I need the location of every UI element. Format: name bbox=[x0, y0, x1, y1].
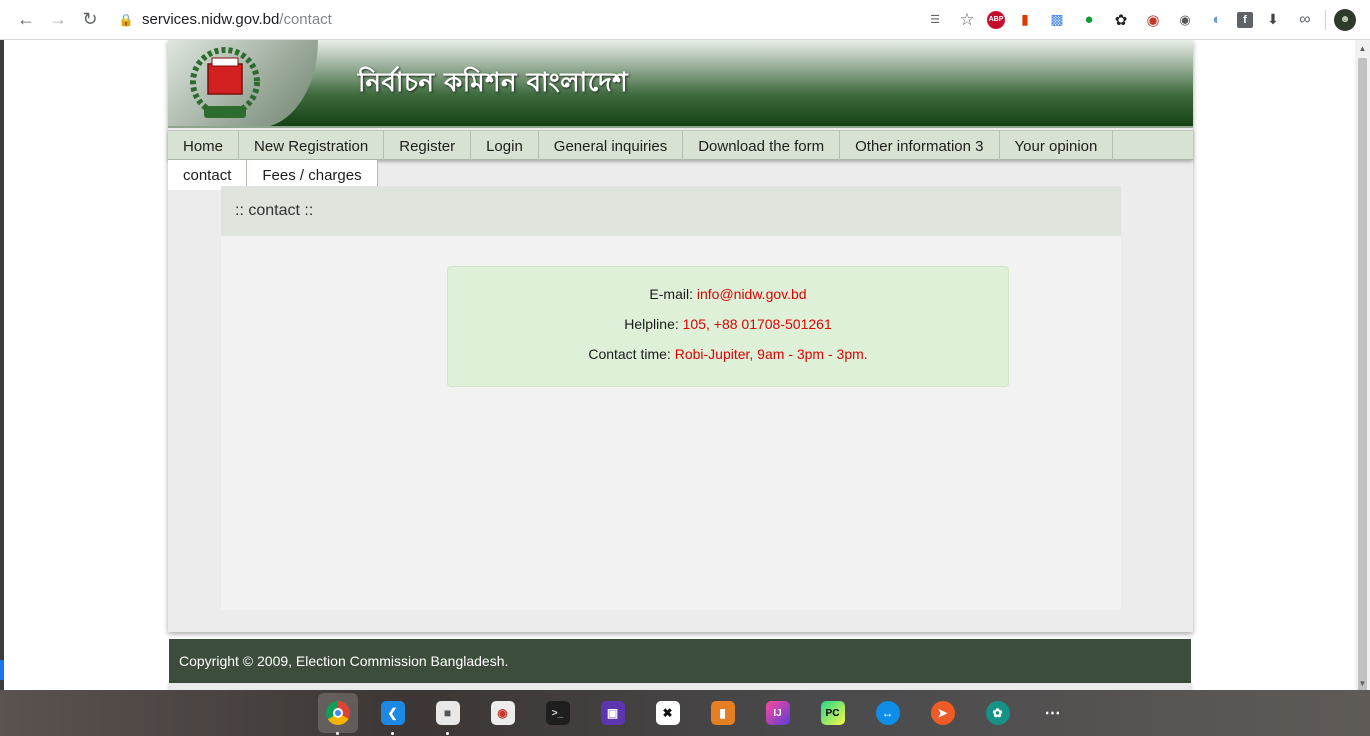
sublime-merge-app[interactable]: ▮ bbox=[703, 693, 743, 733]
email-label: E-mail: bbox=[649, 286, 693, 302]
gitkraken-app[interactable]: ✿ bbox=[978, 693, 1018, 733]
profile-avatar-icon[interactable]: ☻ bbox=[1334, 8, 1356, 31]
menu-item-general-inquiries[interactable]: General inquiries bbox=[539, 131, 684, 161]
screenshot-icon: ◉ bbox=[490, 701, 515, 725]
contact-info-box: E-mail: info@nidw.gov.bd Helpline: 105, … bbox=[447, 266, 1009, 387]
chrome-app[interactable] bbox=[317, 693, 358, 735]
app-dock: ❮ ■ ◉ >_ ▣ ✖ ▮ IJ PC ↔ ➤ ✿ ⋯ bbox=[317, 693, 1073, 735]
helpline-row: Helpline: 105, +88 01708-501261 bbox=[448, 309, 1008, 339]
menu-item-your-opinion[interactable]: Your opinion bbox=[1000, 131, 1114, 161]
office-icon[interactable]: ▮ bbox=[1013, 8, 1037, 32]
forward-icon[interactable]: → bbox=[42, 4, 74, 36]
url-host: services.nidw.gov.bd bbox=[142, 11, 280, 28]
site-banner: নির্বাচন কমিশন বাংলাদেশ bbox=[168, 40, 1193, 128]
address-bar[interactable]: 🔒 services.nidw.gov.bd/contact bbox=[118, 5, 858, 35]
xpad-app[interactable]: ✖ bbox=[648, 693, 688, 733]
facebook-icon[interactable]: f bbox=[1237, 11, 1253, 28]
gitkraken-icon: ✿ bbox=[985, 701, 1010, 725]
download-icon[interactable]: ⬇ bbox=[1261, 8, 1285, 32]
contact-time-value: Robi-Jupiter, 9am - 3pm - 3pm. bbox=[674, 346, 868, 362]
infinity-icon[interactable]: ∞ bbox=[1293, 8, 1317, 32]
screenshot-app[interactable]: ◉ bbox=[483, 693, 523, 733]
desktop-taskbar: ❮ ■ ◉ >_ ▣ ✖ ▮ IJ PC ↔ ➤ ✿ ⋯ bbox=[0, 690, 1370, 736]
main-menu: Home New Registration Register Login Gen… bbox=[168, 130, 1193, 161]
folder-icon: ■ bbox=[435, 701, 460, 725]
color-icon[interactable]: ◉ bbox=[1141, 8, 1165, 32]
site-container: নির্বাচন কমিশন বাংলাদেশ Home New Registr… bbox=[168, 40, 1193, 632]
files-app[interactable]: ■ bbox=[428, 693, 468, 735]
adblock-icon[interactable]: ABP bbox=[987, 10, 1005, 29]
running-indicator bbox=[391, 732, 394, 735]
vscode-app[interactable]: ❮ bbox=[373, 693, 413, 735]
running-indicator bbox=[336, 732, 339, 735]
banner-stripe bbox=[168, 126, 1193, 128]
menu-item-new-registration[interactable]: New Registration bbox=[239, 131, 385, 161]
reload-icon[interactable]: ↻ bbox=[74, 4, 106, 36]
star-icon[interactable]: ☆ bbox=[955, 8, 979, 32]
contact-time-label: Contact time: bbox=[588, 346, 671, 362]
scrollbar-thumb[interactable] bbox=[1358, 58, 1367, 702]
postman-app[interactable]: ➤ bbox=[923, 693, 963, 733]
tampermonkey-icon[interactable]: ◉ bbox=[1173, 8, 1197, 32]
terminal-icon: >_ bbox=[545, 701, 570, 725]
xpad-icon: ✖ bbox=[655, 701, 680, 725]
whatsapp-icon[interactable]: ● bbox=[1077, 8, 1101, 32]
pycharm-app[interactable]: PC bbox=[813, 693, 853, 733]
menu-item-other-information[interactable]: Other information 3 bbox=[840, 131, 1000, 161]
page-viewport: নির্বাচন কমিশন বাংলাদেশ Home New Registr… bbox=[4, 40, 1355, 690]
pycharm-icon: PC bbox=[820, 701, 845, 725]
helpline-label: Helpline: bbox=[624, 316, 679, 332]
google-translate-icon[interactable]: ▩ bbox=[1045, 8, 1069, 32]
election-commission-emblem-icon bbox=[190, 47, 260, 118]
teamviewer-icon: ↔ bbox=[875, 701, 900, 725]
url-path: /contact bbox=[279, 11, 332, 28]
email-link[interactable]: info@nidw.gov.bd bbox=[697, 286, 807, 302]
scroll-down-icon[interactable]: ▼ bbox=[1358, 679, 1367, 688]
toolbar-separator bbox=[1325, 9, 1326, 30]
app-grid-button[interactable]: ⋯ bbox=[1033, 693, 1073, 733]
chrome-icon bbox=[325, 701, 350, 725]
contact-time-row: Contact time: Robi-Jupiter, 9am - 3pm - … bbox=[448, 339, 1008, 369]
site-footer: Copyright © 2009, Election Commission Ba… bbox=[169, 639, 1191, 683]
content-panel: :: contact :: E-mail: info@nidw.gov.bd H… bbox=[221, 186, 1121, 610]
browser-toolbar: ← → ↻ 🔒 services.nidw.gov.bd/contact ☰ ☆… bbox=[0, 0, 1370, 40]
translate-icon[interactable]: ☰ bbox=[923, 8, 947, 32]
running-indicator bbox=[446, 732, 449, 735]
menu-item-login[interactable]: Login bbox=[471, 131, 539, 161]
app-grid-icon: ⋯ bbox=[1044, 705, 1061, 722]
menu-item-download-form[interactable]: Download the form bbox=[683, 131, 841, 161]
postman-icon: ➤ bbox=[930, 701, 955, 725]
scroll-up-icon[interactable]: ▲ bbox=[1358, 44, 1367, 53]
footer-bottom-edge bbox=[169, 683, 1191, 690]
extension-bar: ☰ ☆ ABP ▮ ▩ ● ✿ ◉ ◉ ◐ f ⬇ ∞ ☻ bbox=[923, 8, 1356, 32]
teamviewer-app[interactable]: ↔ bbox=[868, 693, 908, 733]
vertical-scrollbar[interactable]: ▲ ▼ bbox=[1355, 40, 1370, 702]
vscode-icon: ❮ bbox=[380, 701, 405, 725]
feedly-icon[interactable]: ◐ bbox=[1205, 8, 1229, 32]
lock-icon: 🔒 bbox=[118, 12, 134, 27]
screen-recorder-app[interactable]: ▣ bbox=[593, 693, 633, 733]
intellij-icon: IJ bbox=[765, 701, 790, 725]
back-icon[interactable]: ← bbox=[10, 4, 42, 36]
email-row: E-mail: info@nidw.gov.bd bbox=[448, 279, 1008, 309]
menu-item-register[interactable]: Register bbox=[384, 131, 472, 161]
helpline-value: 105, +88 01708-501261 bbox=[682, 316, 832, 332]
screen-recorder-icon: ▣ bbox=[600, 701, 625, 725]
terminal-app[interactable]: >_ bbox=[538, 693, 578, 733]
gnome-icon[interactable]: ✿ bbox=[1109, 8, 1133, 32]
menu-item-home[interactable]: Home bbox=[168, 131, 240, 161]
sublime-merge-icon: ▮ bbox=[710, 701, 735, 725]
banner-title: নির্বাচন কমিশন বাংলাদেশ bbox=[358, 68, 629, 98]
section-title: :: contact :: bbox=[221, 186, 1121, 236]
intellij-app[interactable]: IJ bbox=[758, 693, 798, 733]
